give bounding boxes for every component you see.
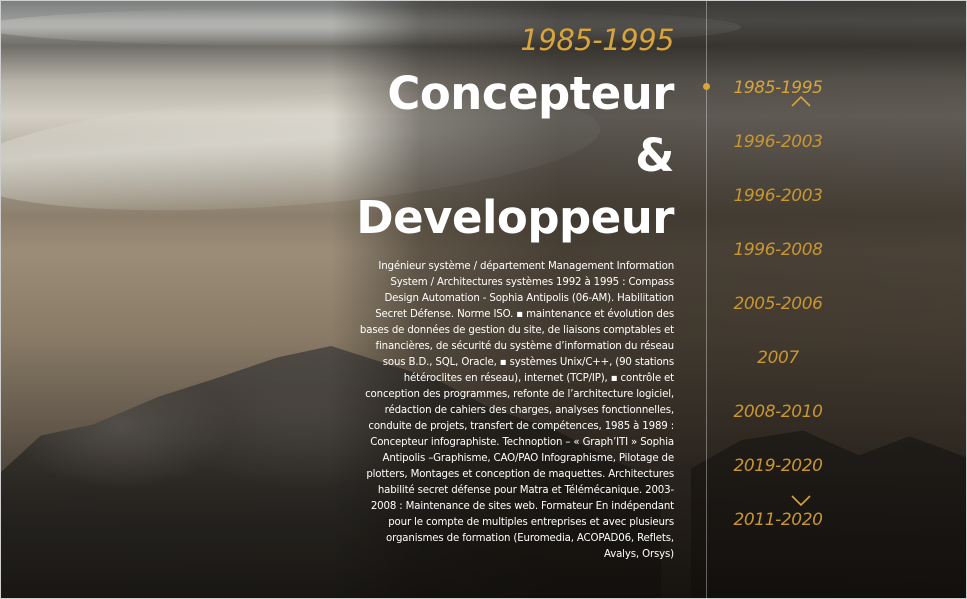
chevron-down-icon[interactable] xyxy=(791,495,811,507)
timeline-item[interactable]: 1996-2003 xyxy=(707,125,849,179)
timeline-item[interactable]: 2007 xyxy=(707,341,849,395)
timeline-item[interactable]: 2008-2010 xyxy=(707,395,849,449)
timeline-item[interactable]: 1985-1995 xyxy=(707,71,849,125)
entry-description: Ingénieur système / département Manageme… xyxy=(359,261,674,560)
page: 1985-1995 Concepteur & Developpeur Ingén… xyxy=(0,0,967,599)
entry-title-line: Developpeur xyxy=(356,191,674,244)
chevron-up-icon[interactable] xyxy=(791,95,811,107)
timeline-item[interactable]: 2005-2006 xyxy=(707,287,849,341)
entry-title-line: Concepteur xyxy=(387,67,674,120)
timeline-entry: 1985-1995 Concepteur & Developpeur xyxy=(354,21,674,249)
timeline-nav: 1985-1995 1996-2003 1996-2003 1996-2008 … xyxy=(707,71,849,557)
entry-title-line: & xyxy=(635,129,674,182)
timeline-item[interactable]: 1996-2008 xyxy=(707,233,849,287)
timeline-item[interactable]: 2019-2020 xyxy=(707,449,849,503)
timeline-item[interactable]: 2011-2020 xyxy=(707,503,849,557)
timeline-item[interactable]: 1996-2003 xyxy=(707,179,849,233)
entry-period: 1985-1995 xyxy=(520,23,674,57)
